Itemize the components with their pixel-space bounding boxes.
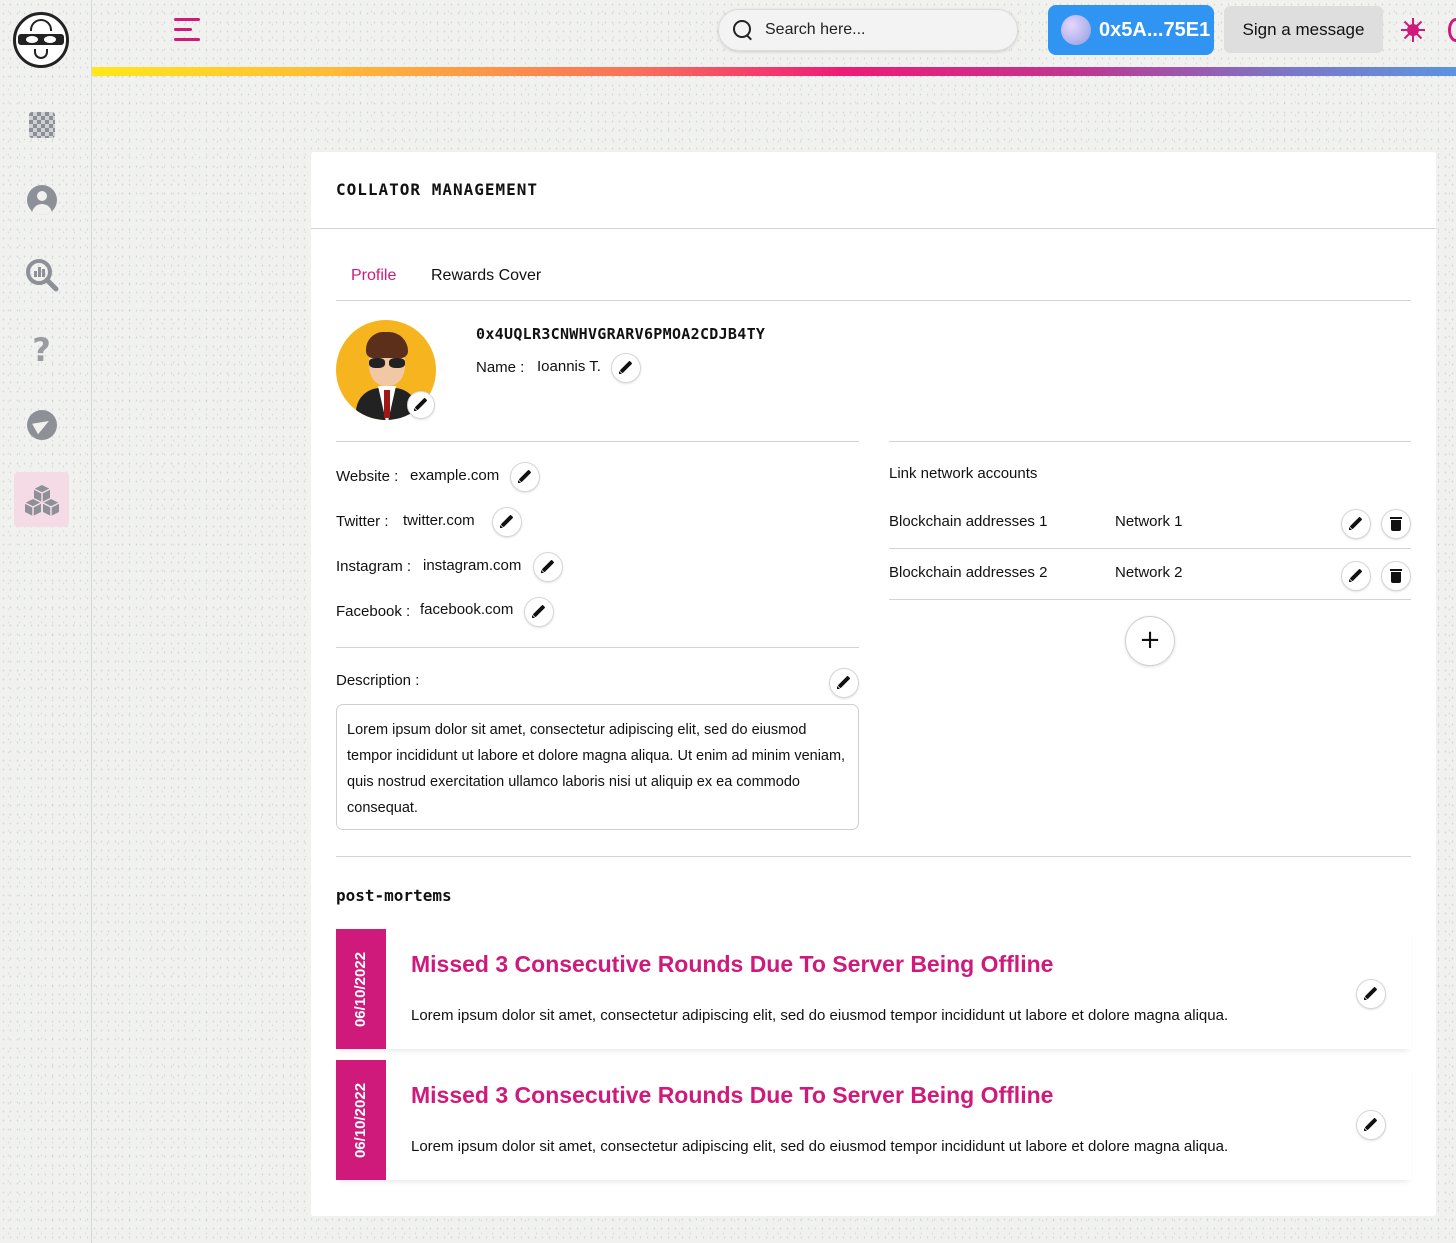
- post-mortems-divider: [336, 856, 1411, 857]
- description-label: Description :: [336, 672, 420, 689]
- pencil-icon: [500, 516, 513, 528]
- pencil-icon: [541, 561, 554, 573]
- edit-website-button[interactable]: [510, 462, 540, 492]
- post-mortem-body: Lorem ipsum dolor sit amet, consectetur …: [411, 1138, 1229, 1155]
- pencil-icon: [414, 399, 427, 411]
- edit-network-button[interactable]: [1341, 509, 1371, 539]
- twitter-value: twitter.com: [403, 512, 475, 529]
- post-mortem-date: 06/10/2022: [352, 1082, 370, 1158]
- network-name: Network 2: [1115, 564, 1183, 581]
- network-row: Blockchain addresses 1 Network 1: [889, 499, 1411, 549]
- sidebar-item-collator[interactable]: [14, 472, 69, 527]
- user-icon: [26, 184, 57, 215]
- wallet-button[interactable]: 0x5A...75E1: [1048, 5, 1214, 55]
- gradient-divider: [92, 67, 1456, 76]
- post-mortem-title[interactable]: Missed 3 Consecutive Rounds Due To Serve…: [411, 951, 1053, 978]
- dashboard-icon: [28, 111, 55, 138]
- search-bar: [718, 9, 1018, 51]
- edit-instagram-button[interactable]: [533, 552, 563, 582]
- pencil-icon: [1364, 1119, 1377, 1131]
- collator-management-card: COLLATOR MANAGEMENT Profile Rewards Cove…: [311, 152, 1436, 1216]
- app-logo[interactable]: [13, 12, 69, 68]
- edit-facebook-button[interactable]: [524, 597, 554, 627]
- post-mortem-date: 06/10/2022: [352, 951, 370, 1027]
- edit-network-button[interactable]: [1341, 561, 1371, 591]
- network-icon[interactable]: [1448, 18, 1456, 42]
- page-title: COLLATOR MANAGEMENT: [336, 180, 539, 199]
- post-mortem-item: 06/10/2022 Missed 3 Consecutive Rounds D…: [336, 929, 1411, 1049]
- search-input[interactable]: [765, 21, 995, 39]
- title-divider: [311, 228, 1436, 229]
- tabs-divider: [336, 300, 1411, 301]
- blockchain-address: Blockchain addresses 1: [889, 513, 1048, 530]
- facebook-value: facebook.com: [420, 601, 514, 618]
- website-value: example.com: [410, 467, 500, 484]
- pencil-icon: [837, 677, 850, 689]
- post-mortems-title: post-mortems: [336, 886, 452, 905]
- edit-avatar-button[interactable]: [407, 391, 435, 419]
- theme-toggle-sun-icon[interactable]: [1401, 18, 1425, 42]
- blockchain-address: Blockchain addresses 2: [889, 564, 1048, 581]
- trash-icon: [1390, 569, 1402, 583]
- network-row: Blockchain addresses 2 Network 2: [889, 550, 1411, 600]
- search-icon: [733, 20, 753, 40]
- pencil-icon: [532, 606, 545, 618]
- delete-network-button[interactable]: [1381, 509, 1411, 539]
- telegram-icon: [26, 409, 57, 440]
- link-network-title: Link network accounts: [889, 465, 1038, 482]
- post-mortem-date-tag: 06/10/2022: [336, 929, 386, 1049]
- post-mortem-date-tag: 06/10/2022: [336, 1060, 386, 1180]
- edit-post-mortem-button[interactable]: [1356, 1110, 1386, 1140]
- menu-toggle-button[interactable]: [174, 17, 202, 43]
- help-icon: ?: [32, 330, 51, 369]
- twitter-label: Twitter :: [336, 513, 389, 530]
- name-label: Name :: [476, 359, 525, 376]
- socials-divider: [336, 647, 859, 648]
- post-mortem-body: Lorem ipsum dolor sit amet, consectetur …: [411, 1007, 1229, 1024]
- tab-profile[interactable]: Profile: [351, 267, 396, 285]
- pencil-icon: [1349, 570, 1362, 582]
- pencil-icon: [518, 471, 531, 483]
- add-network-button[interactable]: +: [1125, 616, 1175, 666]
- analytics-icon: [25, 258, 58, 291]
- edit-twitter-button[interactable]: [492, 507, 522, 537]
- facebook-label: Facebook :: [336, 603, 411, 620]
- pencil-icon: [1364, 988, 1377, 1000]
- instagram-value: instagram.com: [423, 557, 522, 574]
- description-text: Lorem ipsum dolor sit amet, consectetur …: [336, 704, 859, 830]
- collator-address: 0x4UQLR3CNWHVGRARV6PMOA2CDJB4TY: [476, 325, 766, 343]
- pencil-icon: [1349, 518, 1362, 530]
- profile-right-divider: [889, 441, 1411, 442]
- sidebar-item-analytics[interactable]: [14, 247, 69, 302]
- sidebar-item-profile[interactable]: [14, 172, 69, 227]
- edit-description-button[interactable]: [829, 668, 859, 698]
- instagram-label: Instagram :: [336, 558, 412, 575]
- tab-rewards-cover[interactable]: Rewards Cover: [431, 267, 541, 285]
- post-mortem-item: 06/10/2022 Missed 3 Consecutive Rounds D…: [336, 1060, 1411, 1180]
- edit-name-button[interactable]: [611, 353, 641, 383]
- website-label: Website :: [336, 468, 399, 485]
- sidebar: ?: [0, 0, 92, 1243]
- sign-message-button[interactable]: Sign a message: [1224, 6, 1383, 53]
- wallet-avatar-icon: [1061, 15, 1091, 45]
- post-mortem-title[interactable]: Missed 3 Consecutive Rounds Due To Serve…: [411, 1082, 1053, 1109]
- network-name: Network 1: [1115, 513, 1183, 530]
- sidebar-item-telegram[interactable]: [14, 397, 69, 452]
- wallet-address: 0x5A...75E1: [1099, 18, 1211, 41]
- edit-post-mortem-button[interactable]: [1356, 979, 1386, 1009]
- sidebar-item-help[interactable]: ?: [14, 322, 69, 377]
- delete-network-button[interactable]: [1381, 561, 1411, 591]
- profile-left-divider: [336, 441, 859, 442]
- trash-icon: [1390, 517, 1402, 531]
- pencil-icon: [619, 362, 632, 374]
- blocks-icon: [24, 484, 59, 516]
- sidebar-item-dashboard[interactable]: [14, 97, 69, 152]
- name-value: Ioannis T.: [537, 358, 601, 375]
